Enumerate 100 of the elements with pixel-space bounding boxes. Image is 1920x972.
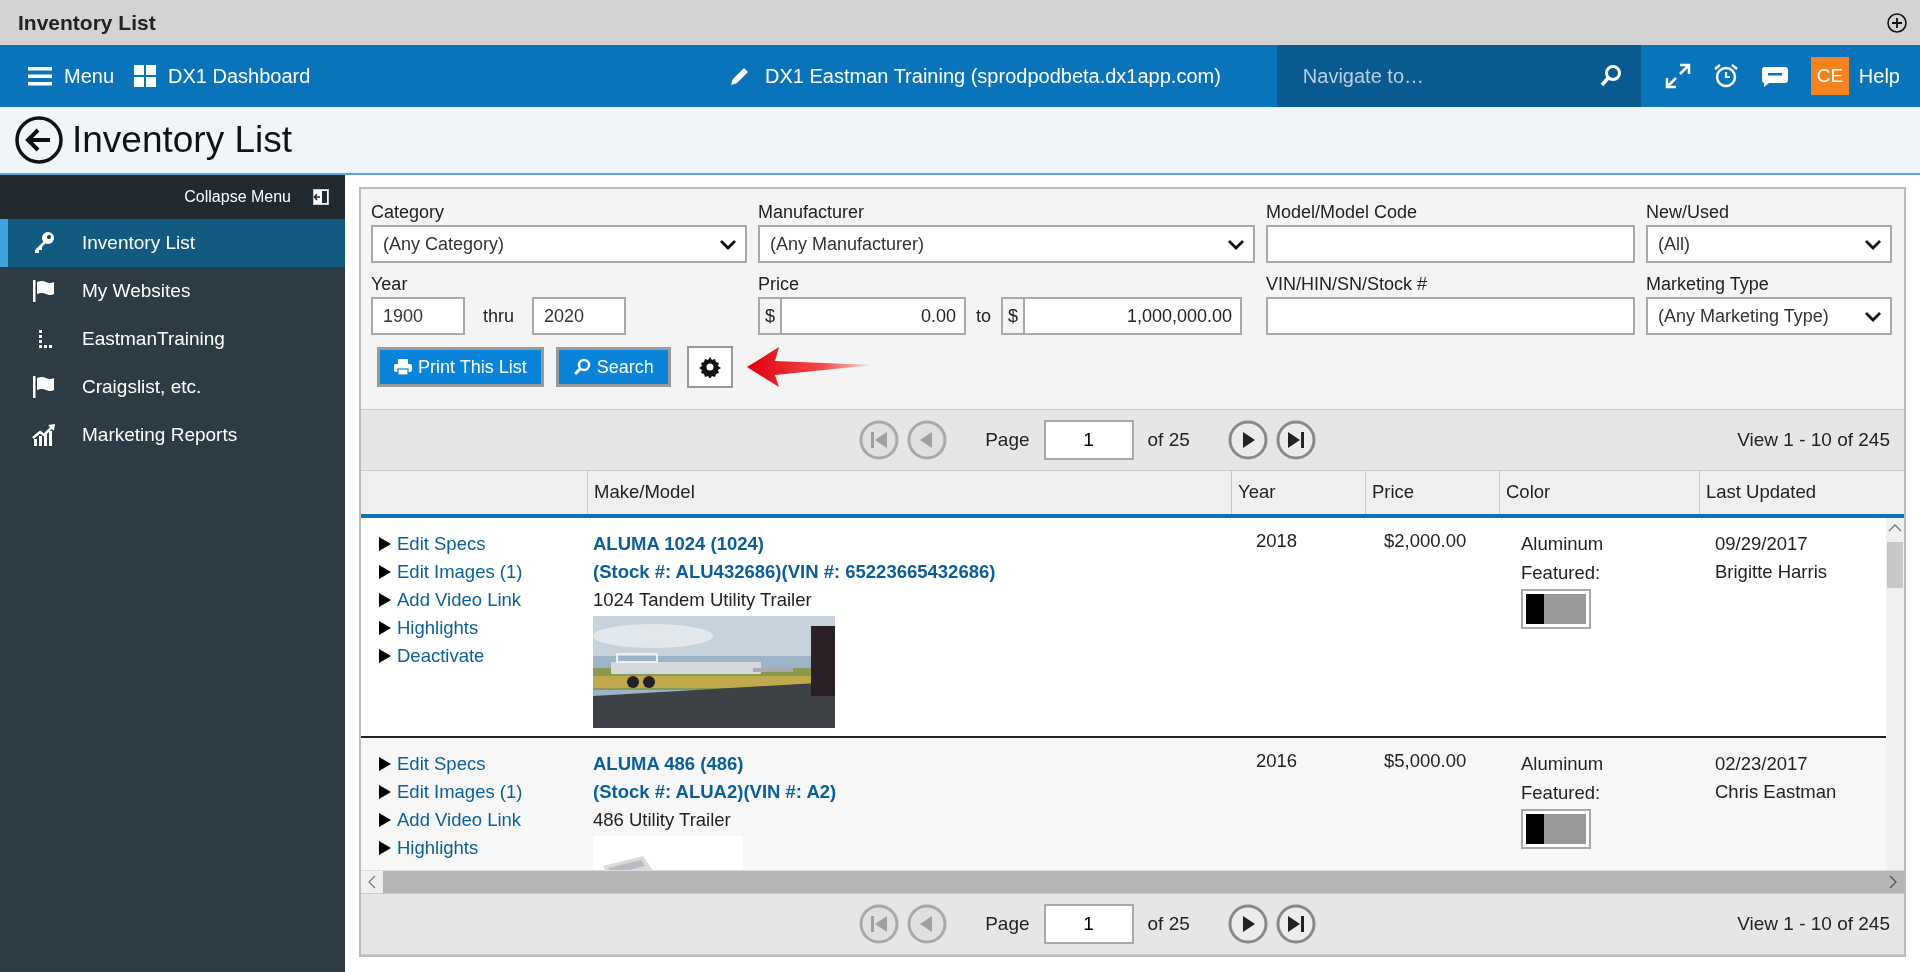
triangle-icon: [379, 537, 391, 551]
action-link[interactable]: Edit Images (1): [379, 778, 587, 806]
sidebar-item[interactable]: Craigslist, etc.: [0, 363, 345, 411]
sidebar-item[interactable]: Inventory List: [0, 219, 345, 267]
scrollbar-thumb[interactable]: [1887, 542, 1903, 588]
column-header[interactable]: Price: [1365, 471, 1499, 514]
year-from-field[interactable]: 1900: [371, 297, 465, 335]
print-button[interactable]: Print This List: [377, 347, 544, 387]
range-separator: thru: [483, 305, 515, 327]
search-button[interactable]: Search: [555, 347, 671, 387]
settings-icon: [698, 356, 721, 378]
action-link[interactable]: Add Video Link: [379, 806, 587, 834]
search-icon[interactable]: [1598, 64, 1623, 88]
color-value: Aluminum: [1521, 532, 1604, 556]
action-link[interactable]: Edit Images (1): [379, 558, 587, 586]
next-page-button[interactable]: [1227, 420, 1268, 460]
price-to-field[interactable]: $ 1,000,000.00: [1001, 297, 1242, 335]
menu-button[interactable]: Menu: [28, 64, 123, 88]
vertical-scrollbar[interactable]: [1886, 518, 1904, 870]
sidebar-label: Craigslist, etc.: [82, 376, 202, 398]
featured-toggle[interactable]: [1521, 589, 1591, 629]
dashboard-button[interactable]: DX1 Dashboard: [134, 64, 319, 88]
add-icon[interactable]: [1886, 11, 1908, 34]
alarm-clock-icon[interactable]: [1712, 63, 1739, 89]
record-count: View 1 - 10 of 245: [1737, 429, 1890, 451]
collapse-icon[interactable]: [313, 189, 329, 205]
grid-icon: [134, 65, 157, 87]
navigate-field[interactable]: Navigate to…: [1300, 63, 1599, 89]
flag-icon: [32, 375, 56, 399]
column-header[interactable]: Year: [1231, 471, 1365, 514]
page-count: of 25: [1147, 913, 1190, 935]
year-to-field[interactable]: 2020: [532, 297, 627, 335]
sidebar-label: Inventory List: [82, 232, 195, 254]
horizontal-scrollbar[interactable]: [361, 870, 1904, 893]
currency-symbol: $: [1003, 299, 1026, 333]
expand-icon[interactable]: [1664, 63, 1691, 89]
field-label: Marketing Type: [1646, 273, 1770, 296]
caret-icon: [1864, 309, 1882, 323]
window-title: Inventory List: [18, 10, 156, 35]
caret-icon: [719, 237, 737, 251]
item-title-link[interactable]: ALUMA 1024 (1024): [593, 530, 765, 558]
next-page-button[interactable]: [1227, 904, 1268, 944]
currency-symbol: $: [760, 299, 782, 333]
price-from-field[interactable]: $ 0.00: [758, 297, 966, 335]
site-name: DX1 Eastman Training (sprodpodbeta.dx1app.com): [765, 64, 1221, 88]
page-number-field[interactable]: 1: [1043, 904, 1134, 944]
column-header[interactable]: Make/Model: [587, 471, 1231, 514]
action-link[interactable]: Edit Specs: [379, 530, 587, 558]
updated-date: 09/29/2017: [1715, 532, 1808, 556]
caret-icon: [1227, 237, 1245, 251]
action-link[interactable]: Highlights: [379, 614, 587, 642]
back-icon[interactable]: [14, 115, 64, 165]
field-label: Category: [371, 201, 446, 224]
triangle-icon: [379, 621, 391, 635]
action-link[interactable]: Highlights: [379, 834, 587, 862]
settings-button[interactable]: [686, 346, 733, 388]
category-dropdown[interactable]: (Any Category): [371, 225, 747, 263]
triangle-icon: [379, 565, 391, 579]
action-link[interactable]: Deactivate: [379, 642, 587, 670]
caret-icon: [1864, 237, 1882, 251]
last-page-button[interactable]: [1275, 904, 1316, 944]
column-header[interactable]: Last Updated: [1699, 471, 1904, 514]
sidebar-item[interactable]: EastmanTraining: [0, 315, 345, 363]
selected-value: (Any Manufacturer): [770, 233, 925, 255]
page-number-field[interactable]: 1: [1043, 420, 1134, 460]
manufacturer-dropdown[interactable]: (Any Manufacturer): [758, 225, 1255, 263]
selected-value: (All): [1658, 233, 1690, 255]
sidebar-label: Marketing Reports: [82, 424, 238, 446]
stock-vin-link[interactable]: (Stock #: ALU432686)(VIN #: 65223665432686): [593, 558, 996, 586]
scroll-right-icon: [1889, 875, 1897, 889]
item-title-link[interactable]: ALUMA 486 (486): [593, 750, 744, 778]
sidebar-item[interactable]: Marketing Reports: [0, 411, 345, 459]
updated-by: Brigitte Harris: [1715, 560, 1828, 584]
field-label: Model/Model Code: [1266, 201, 1419, 224]
column-header[interactable]: Color: [1499, 471, 1699, 514]
collapse-menu-button[interactable]: Collapse Menu: [184, 188, 291, 206]
field-label: VIN/HIN/SN/Stock #: [1266, 273, 1429, 296]
vin-field[interactable]: [1266, 297, 1635, 335]
sidebar-item[interactable]: My Websites: [0, 267, 345, 315]
marketing-type-dropdown[interactable]: (Any Marketing Type): [1646, 297, 1892, 335]
featured-toggle[interactable]: [1521, 809, 1591, 849]
search-bar[interactable]: Navigate to…: [1276, 45, 1641, 107]
triangle-icon: [379, 649, 391, 663]
help-link[interactable]: Help: [1858, 64, 1900, 88]
updated-by: Chris Eastman: [1715, 780, 1837, 804]
featured-label: Featured:: [1521, 781, 1601, 805]
field-label: Price: [758, 273, 800, 296]
action-link[interactable]: Add Video Link: [379, 586, 587, 614]
model-field[interactable]: [1266, 225, 1635, 263]
chat-icon[interactable]: [1760, 64, 1789, 88]
new-used-dropdown[interactable]: (All): [1646, 225, 1892, 263]
action-link[interactable]: Edit Specs: [379, 750, 587, 778]
key-icon: [32, 231, 56, 255]
featured-label: Featured:: [1521, 561, 1601, 585]
sidebar-label: EastmanTraining: [82, 328, 225, 350]
last-page-button[interactable]: [1275, 420, 1316, 460]
page-label: Page: [985, 429, 1030, 451]
field-value: 1,000,000.00: [1125, 305, 1233, 327]
triangle-icon: [379, 841, 391, 855]
stock-vin-link[interactable]: (Stock #: ALUA2)(VIN #: A2): [593, 778, 837, 806]
